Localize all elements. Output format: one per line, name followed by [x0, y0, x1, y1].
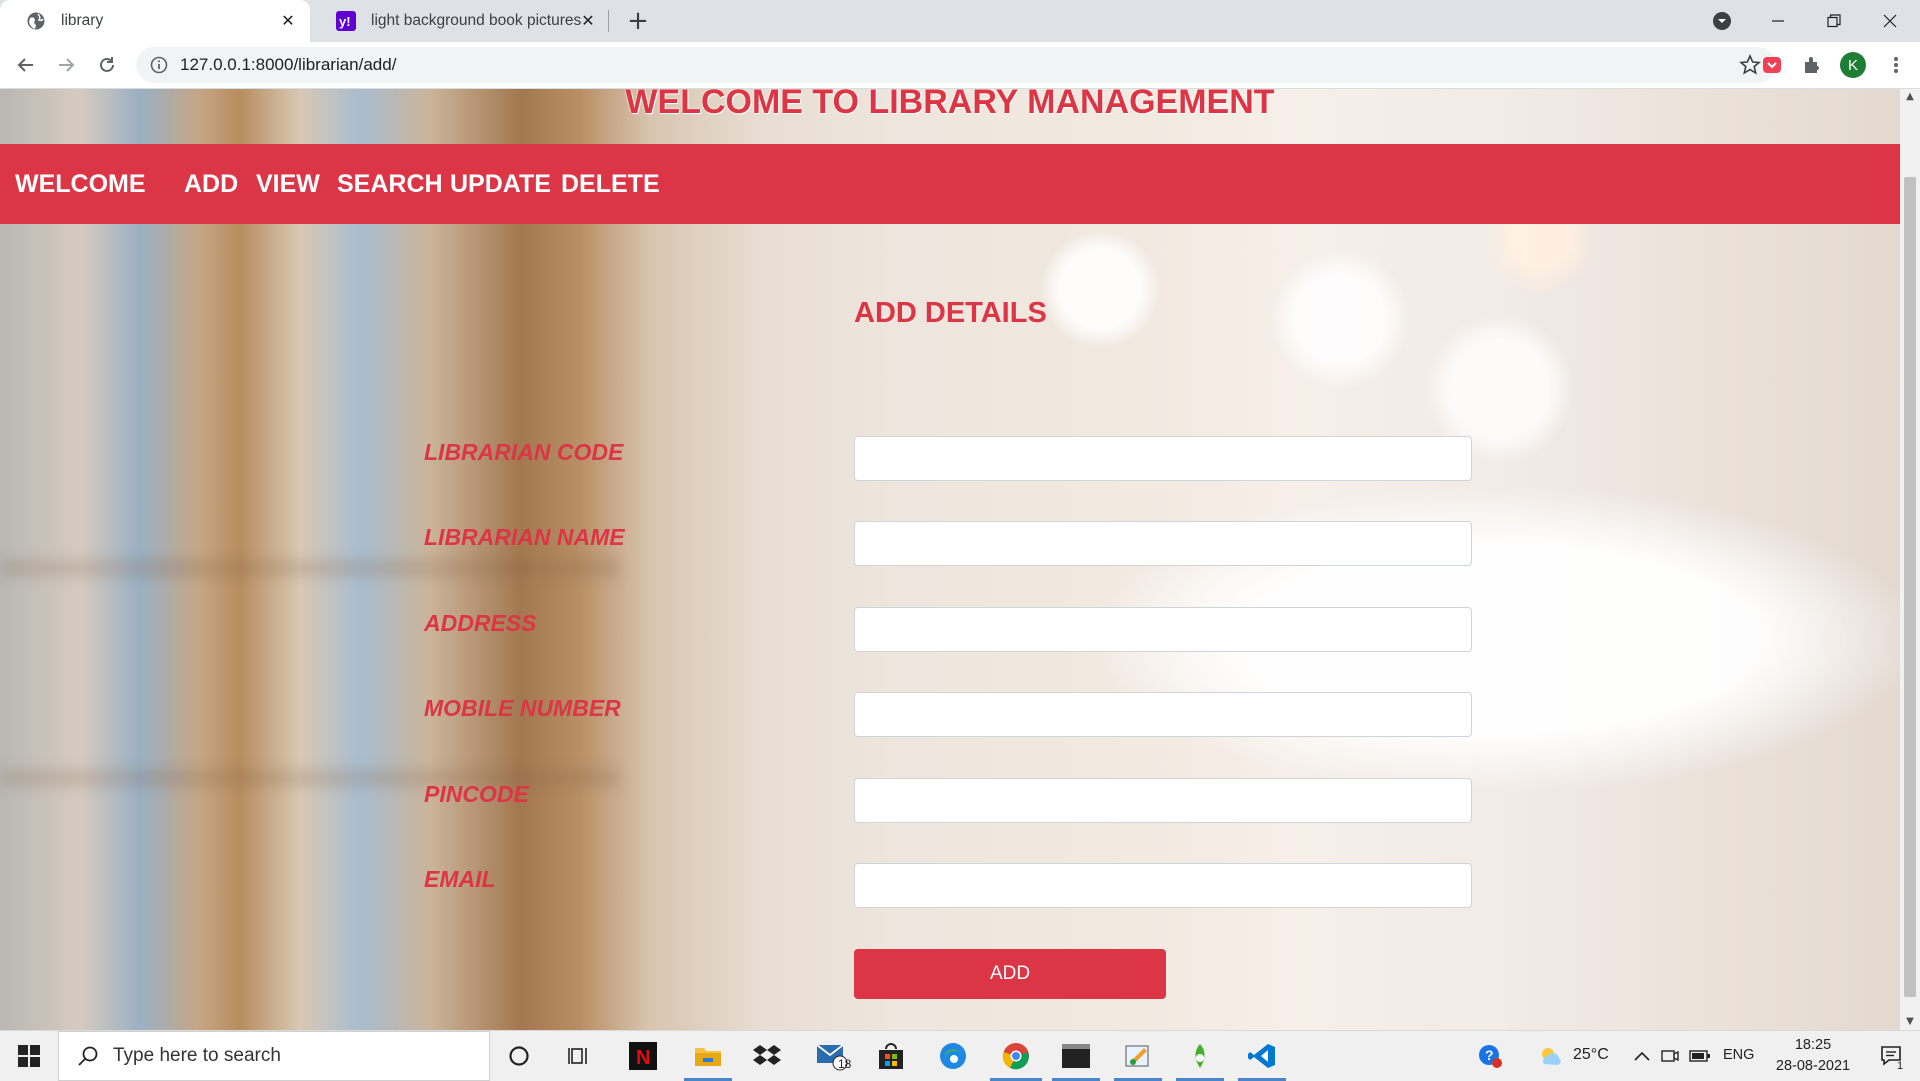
librarian-name-label: LIBRARIAN NAME — [424, 524, 625, 550]
background-decoration — [0, 559, 620, 577]
task-view-icon[interactable] — [555, 1031, 605, 1081]
page-viewport: WELCOME TO LIBRARY MANAGEMENT WELCOME AD… — [0, 89, 1900, 1030]
reload-icon[interactable] — [93, 51, 121, 79]
chevron-up-icon[interactable] — [1630, 1031, 1654, 1081]
search-placeholder: Type here to search — [113, 1045, 281, 1066]
mobile-number-input[interactable] — [854, 692, 1472, 737]
mail-icon[interactable]: 18 — [804, 1031, 860, 1081]
email-input[interactable] — [854, 863, 1472, 908]
address-input[interactable] — [854, 607, 1472, 652]
mobile-number-label: MOBILE NUMBER — [424, 695, 621, 721]
librarian-name-input[interactable] — [854, 521, 1472, 566]
address-label: ADDRESS — [424, 610, 537, 636]
email-label: EMAIL — [424, 866, 496, 892]
scroll-up-icon[interactable]: ▲ — [1900, 89, 1920, 105]
pocket-extension-icon[interactable] — [1758, 51, 1786, 79]
help-icon[interactable]: ? — [1470, 1031, 1510, 1081]
tab-title: light background book pictures - — [371, 12, 586, 29]
nav-search[interactable]: SEARCH — [337, 144, 443, 224]
globe-icon — [27, 12, 45, 30]
svg-text:N: N — [636, 1047, 650, 1069]
nav-welcome[interactable]: WELCOME — [15, 144, 146, 224]
url-text: 127.0.0.1:8000/librarian/add/ — [180, 55, 397, 74]
address-bar[interactable]: 127.0.0.1:8000/librarian/add/ — [136, 47, 1776, 83]
close-icon[interactable]: ✕ — [278, 11, 298, 31]
battery-icon[interactable] — [1686, 1031, 1714, 1081]
nav-add[interactable]: ADD — [184, 144, 238, 224]
tab-search-dropdown-icon[interactable] — [1694, 0, 1750, 42]
page-heading: WELCOME TO LIBRARY MANAGEMENT — [625, 89, 1275, 121]
scroll-thumb[interactable] — [1904, 177, 1916, 997]
taskbar-search-box[interactable]: Type here to search — [58, 1031, 490, 1081]
tab-library[interactable]: library ✕ — [0, 0, 310, 42]
tab-title: library — [61, 12, 104, 29]
terminal-icon[interactable] — [1048, 1031, 1104, 1081]
dropbox-icon[interactable] — [742, 1031, 792, 1081]
temperature: 25°C — [1573, 1046, 1609, 1063]
windows-start-icon[interactable] — [0, 1031, 58, 1081]
forward-arrow-icon[interactable] — [52, 51, 80, 79]
page-scrollbar[interactable]: ▲ ▼ — [1900, 89, 1920, 1030]
language-indicator[interactable]: ENG — [1723, 1047, 1754, 1063]
clock[interactable]: 18:25 28-08-2021 — [1758, 1035, 1868, 1077]
form-title: ADD DETAILS — [854, 297, 1047, 329]
edge-icon[interactable] — [928, 1031, 978, 1081]
clock-date: 28-08-2021 — [1775, 1058, 1851, 1074]
meet-now-icon[interactable] — [1658, 1031, 1682, 1081]
restore-icon[interactable] — [1806, 0, 1862, 42]
nav-delete[interactable]: DELETE — [561, 144, 660, 224]
vscode-icon[interactable] — [1234, 1031, 1290, 1081]
navbar: WELCOME ADD VIEW SEARCH UPDATE DELETE — [0, 144, 1900, 224]
close-icon[interactable]: ✕ — [578, 11, 598, 31]
browser-tab-strip: library ✕ y! light background book pictu… — [0, 0, 1920, 42]
librarian-code-label: LIBRARIAN CODE — [424, 439, 624, 465]
profile-avatar[interactable]: K — [1840, 52, 1866, 78]
librarian-code-input[interactable] — [854, 436, 1472, 481]
yahoo-icon: y! — [336, 11, 356, 31]
weather-icon — [1530, 1031, 1570, 1081]
info-icon[interactable] — [148, 54, 170, 76]
file-explorer-icon[interactable] — [680, 1031, 736, 1081]
svg-text:?: ? — [1485, 1047, 1494, 1063]
notification-icon[interactable]: 1 — [1870, 1031, 1914, 1081]
anaconda-icon[interactable] — [1172, 1031, 1228, 1081]
mail-badge: 18 — [838, 1057, 852, 1071]
extensions-puzzle-icon[interactable] — [1798, 51, 1826, 79]
scroll-down-icon[interactable]: ▼ — [1900, 1014, 1920, 1030]
menu-kebab-icon[interactable] — [1882, 51, 1910, 79]
pincode-label: PINCODE — [424, 781, 529, 807]
pincode-input[interactable] — [854, 778, 1472, 823]
store-icon[interactable] — [866, 1031, 916, 1081]
paint-icon[interactable] — [1110, 1031, 1166, 1081]
chrome-icon[interactable] — [986, 1031, 1046, 1081]
back-arrow-icon[interactable] — [12, 51, 40, 79]
clock-time: 18:25 — [1794, 1037, 1832, 1053]
svg-text:y!: y! — [339, 14, 351, 29]
browser-toolbar: 127.0.0.1:8000/librarian/add/ — [0, 42, 1920, 89]
new-tab-plus-icon[interactable]: + — [624, 8, 652, 34]
minimize-icon[interactable] — [1750, 0, 1806, 42]
cortana-icon[interactable] — [494, 1031, 544, 1081]
tab-divider — [608, 10, 609, 32]
netflix-icon[interactable]: N — [618, 1031, 668, 1081]
nav-update[interactable]: UPDATE — [450, 144, 551, 224]
add-button[interactable]: ADD — [854, 949, 1166, 999]
notification-count: 1 — [1897, 1060, 1904, 1072]
window-close-icon[interactable] — [1862, 0, 1918, 42]
search-icon — [78, 1046, 98, 1066]
nav-view[interactable]: VIEW — [256, 144, 320, 224]
windows-taskbar: Type here to search N 18 ? 25°C ENG 18:2… — [0, 1030, 1920, 1081]
tab-yahoo-search[interactable]: y! light background book pictures - ✕ — [310, 0, 610, 42]
